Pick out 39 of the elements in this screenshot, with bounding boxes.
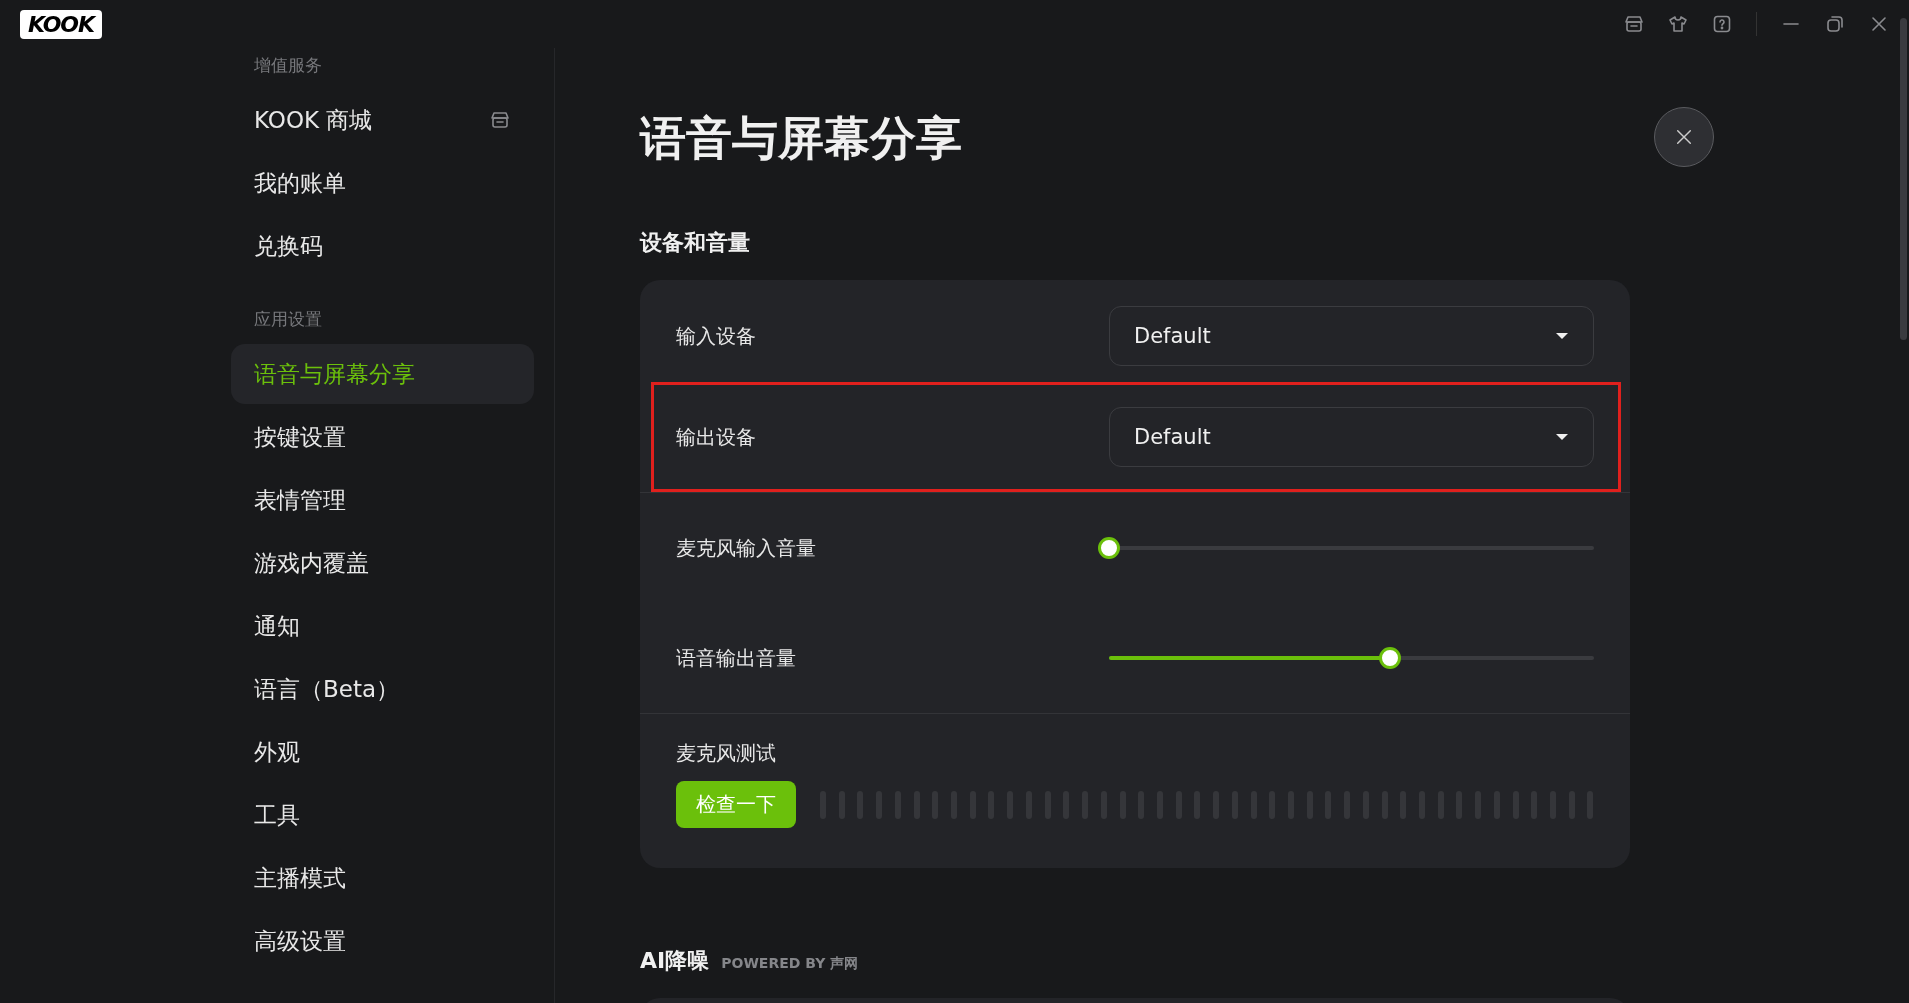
app-logo: KOOK bbox=[20, 9, 103, 39]
page-title: 语音与屏幕分享 bbox=[640, 110, 962, 167]
caret-icon bbox=[1555, 433, 1569, 441]
store-icon[interactable] bbox=[1624, 14, 1644, 34]
sidebar-item[interactable]: 语言（Beta） bbox=[231, 659, 534, 719]
sidebar-item[interactable]: 游戏内覆盖 bbox=[231, 533, 534, 593]
setting-label: 输出设备 bbox=[676, 423, 757, 451]
section-title: 设备和音量 bbox=[640, 229, 750, 257]
section-heading: 增值服务 bbox=[253, 54, 323, 77]
sidebar-item[interactable]: 语音与屏幕分享 bbox=[231, 344, 534, 404]
slider-thumb[interactable] bbox=[1098, 537, 1120, 559]
slider-thumb[interactable] bbox=[1379, 647, 1402, 669]
section-heading: 应用设置 bbox=[253, 308, 323, 331]
shirt-icon[interactable] bbox=[1668, 14, 1688, 34]
help-icon[interactable] bbox=[1712, 14, 1732, 34]
sidebar-item[interactable]: 外观 bbox=[231, 722, 534, 782]
setting-label: 麦克风输入音量 bbox=[676, 534, 817, 562]
sidebar-item[interactable]: 兑换码 bbox=[231, 216, 534, 276]
sidebar-item[interactable]: 我的账单 bbox=[231, 153, 534, 213]
setting-label: 麦克风测试 bbox=[676, 740, 777, 767]
restore-icon[interactable] bbox=[1825, 14, 1845, 34]
setting-label: 输入设备 bbox=[676, 322, 757, 350]
device-dropdown[interactable]: Default bbox=[1109, 306, 1594, 366]
sidebar-item[interactable]: 表情管理 bbox=[231, 470, 534, 530]
sidebar-item[interactable]: 高级设置 bbox=[231, 911, 534, 971]
close-icon[interactable] bbox=[1869, 14, 1889, 34]
sidebar-item[interactable]: KOOK 商城 bbox=[231, 90, 534, 150]
powered-by-text: POWERED BY 声网 bbox=[721, 955, 859, 973]
close-icon bbox=[1675, 128, 1693, 146]
device-dropdown[interactable]: Default bbox=[1109, 407, 1594, 467]
caret-icon bbox=[1555, 332, 1569, 340]
section-title: AI降噪 bbox=[640, 947, 710, 975]
scrollbar[interactable] bbox=[1900, 18, 1907, 340]
sidebar-item[interactable]: 按键设置 bbox=[231, 407, 534, 467]
sidebar-item[interactable]: 主播模式 bbox=[231, 848, 534, 908]
sidebar-item[interactable]: 通知 bbox=[231, 596, 534, 656]
setting-label: 语音输出音量 bbox=[676, 644, 797, 672]
sidebar-item[interactable]: 工具 bbox=[231, 785, 534, 845]
store-icon bbox=[490, 110, 510, 130]
